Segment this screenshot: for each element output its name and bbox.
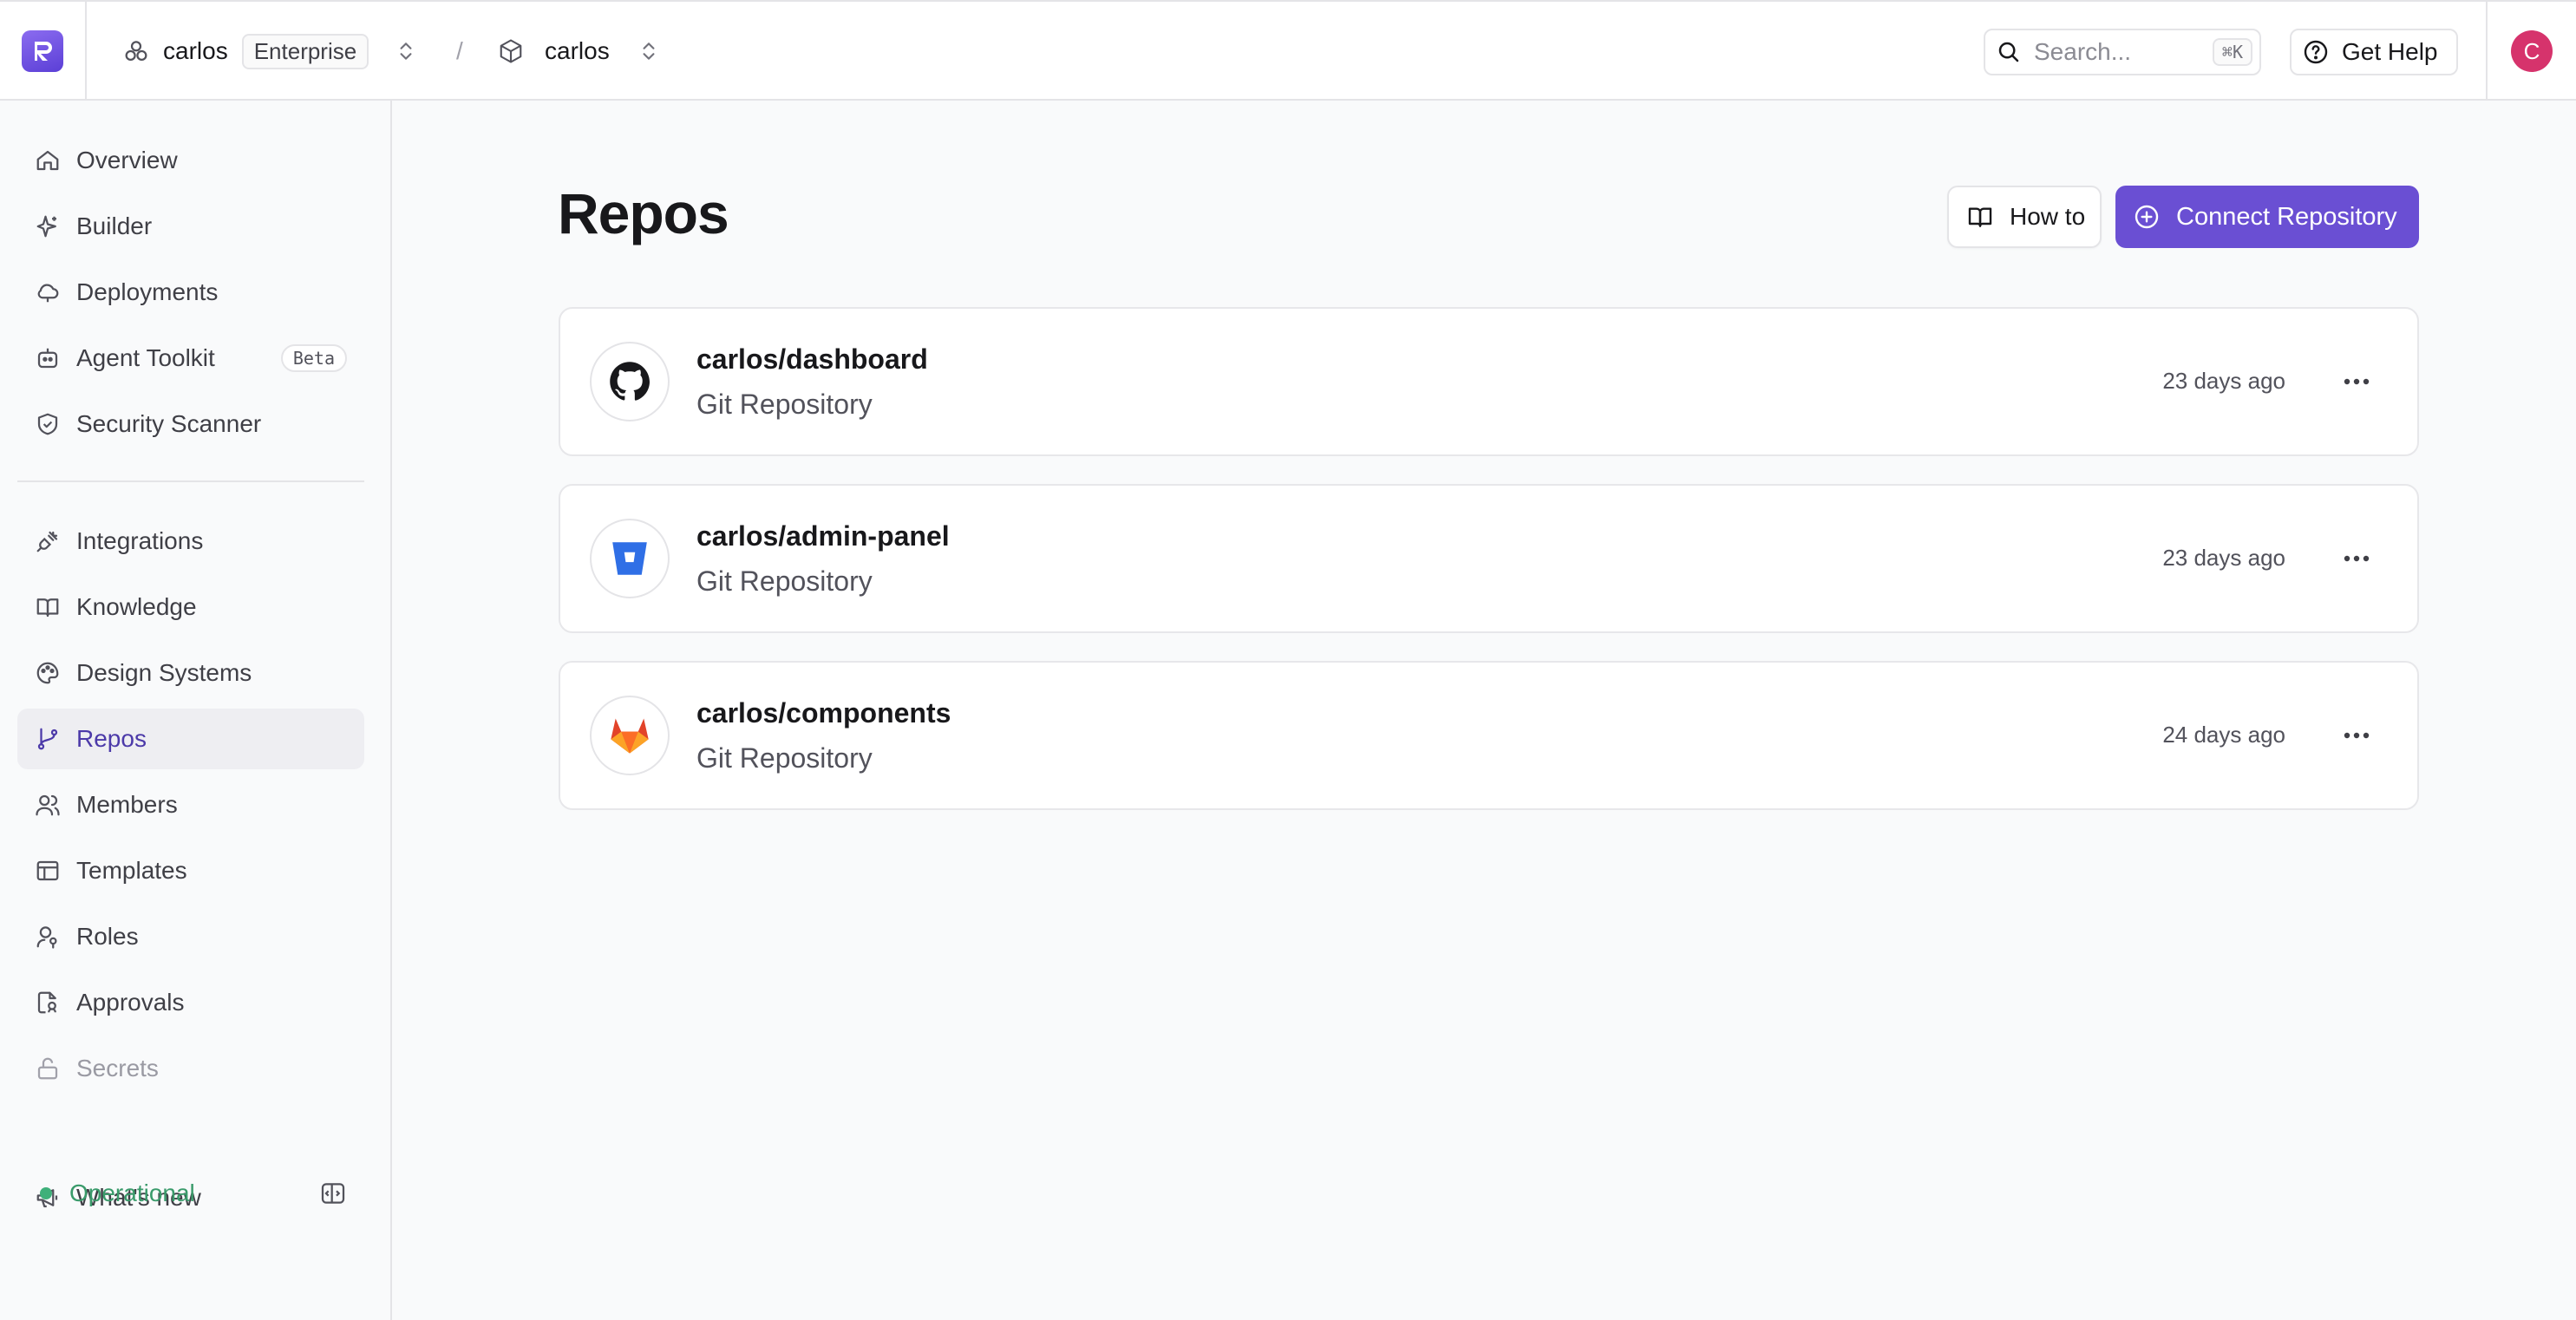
org-name: carlos (163, 37, 228, 64)
gitlab-icon (590, 696, 670, 775)
more-options-icon[interactable] (2336, 716, 2377, 755)
approval-icon (35, 990, 61, 1016)
sidebar-item-label: Secrets (76, 1055, 159, 1081)
sidebar-item-label: Roles (76, 923, 139, 950)
sidebar-item-roles[interactable]: Roles (17, 906, 364, 967)
how-to-label: How to (2010, 203, 2086, 230)
search-input[interactable]: Search... ⌘K (1984, 29, 2261, 75)
repo-type: Git Repository (696, 742, 873, 774)
sidebar-item-secrets[interactable]: Secrets (17, 1038, 364, 1099)
app-logo[interactable] (22, 30, 63, 72)
chevron-up-down-icon (637, 38, 660, 64)
repo-name: carlos/admin-panel (696, 520, 950, 552)
plan-badge: Enterprise (241, 33, 369, 69)
connect-repository-button[interactable]: Connect Repository (2115, 186, 2419, 248)
how-to-button[interactable]: How to (1947, 186, 2102, 248)
sidebar-item-label: Security Scanner (76, 410, 262, 437)
sidebar-item-approvals[interactable]: Approvals (17, 972, 364, 1033)
sidebar-item-label: Overview (76, 147, 178, 173)
avatar-cell: C (2486, 2, 2576, 101)
avatar[interactable]: C (2511, 30, 2553, 72)
get-help-button[interactable]: Get Help (2290, 29, 2458, 75)
status-indicator[interactable]: Operational (40, 1176, 195, 1211)
sidebar-toggle-icon[interactable] (319, 1180, 347, 1207)
repo-type: Git Repository (696, 389, 873, 420)
page-title: Repos (558, 181, 729, 245)
palette-icon (35, 660, 61, 686)
cube-icon (498, 38, 524, 64)
sidebar-item-templates[interactable]: Templates (17, 840, 364, 901)
sidebar-item-integrations[interactable]: Integrations (17, 511, 364, 572)
plus-circle-icon (2133, 203, 2161, 231)
more-options-icon[interactable] (2336, 363, 2377, 401)
lock-icon (35, 1055, 61, 1081)
users-icon (35, 792, 61, 818)
sidebar-item-label: Members (76, 791, 178, 818)
chevron-up-down-icon (395, 38, 417, 64)
breadcrumb-separator: / (456, 37, 463, 64)
repo-updated: 24 days ago (2162, 722, 2285, 748)
more-options-icon[interactable] (2336, 539, 2377, 578)
sidebar-item-repos[interactable]: Repos (17, 709, 364, 769)
sidebar-item-label: Agent Toolkit (76, 344, 215, 371)
user-key-icon (35, 924, 61, 950)
bitbucket-icon (590, 519, 670, 598)
project-name: carlos (545, 37, 610, 64)
search-shortcut: ⌘K (2212, 38, 2252, 66)
sidebar-item-label: Approvals (76, 989, 185, 1016)
repo-updated: 23 days ago (2162, 368, 2285, 394)
template-icon (35, 858, 61, 884)
repo-updated: 23 days ago (2162, 545, 2285, 571)
org-icon (121, 36, 151, 66)
github-icon (590, 342, 670, 421)
repo-name: carlos/components (696, 697, 951, 729)
sidebar: Overview Builder Deployments Agent Toolk… (0, 101, 392, 1320)
agent-icon (35, 345, 61, 371)
org-switcher[interactable]: carlos Enterprise (121, 2, 417, 101)
repo-card[interactable]: carlos/dashboard Git Repository 23 days … (559, 307, 2419, 456)
connect-repository-label: Connect Repository (2176, 202, 2397, 231)
repo-name: carlos/dashboard (696, 343, 928, 375)
book-open-icon (1966, 203, 1994, 231)
repo-type: Git Repository (696, 565, 873, 597)
sidebar-item-label: Templates (76, 857, 187, 884)
search-placeholder: Search... (2034, 38, 2132, 65)
sidebar-item-label: Builder (76, 212, 153, 239)
sidebar-item-label: Knowledge (76, 593, 197, 620)
sidebar-item-overview[interactable]: Overview (17, 130, 364, 191)
help-circle-icon (2302, 38, 2330, 66)
sidebar-item-label: Integrations (76, 527, 204, 554)
sidebar-item-label: Repos (76, 725, 147, 752)
plug-icon (35, 528, 61, 554)
book-icon (35, 594, 61, 620)
sparkle-icon (35, 213, 61, 239)
sidebar-item-label: Design Systems (76, 659, 252, 686)
logo-cell (0, 2, 87, 101)
sidebar-item-builder[interactable]: Builder (17, 196, 364, 257)
status-label: Operational (69, 1180, 195, 1206)
home-icon (35, 147, 61, 173)
get-help-label: Get Help (2342, 38, 2438, 65)
cloud-icon (35, 279, 61, 305)
sidebar-item-deployments[interactable]: Deployments (17, 262, 364, 323)
sidebar-divider (17, 480, 364, 482)
repo-card[interactable]: carlos/admin-panel Git Repository 23 day… (559, 484, 2419, 633)
search-icon (1996, 39, 2022, 65)
sidebar-item-design-systems[interactable]: Design Systems (17, 643, 364, 703)
sidebar-item-security-scanner[interactable]: Security Scanner (17, 394, 364, 454)
repo-card[interactable]: carlos/components Git Repository 24 days… (559, 661, 2419, 810)
sidebar-item-members[interactable]: Members (17, 774, 364, 835)
project-switcher[interactable]: carlos (498, 2, 660, 101)
sidebar-item-knowledge[interactable]: Knowledge (17, 577, 364, 637)
top-bar: carlos Enterprise / carlos Search... ⌘K … (0, 0, 2576, 101)
sidebar-item-label: Deployments (76, 278, 219, 305)
shield-icon (35, 411, 61, 437)
sidebar-item-agent-toolkit[interactable]: Agent Toolkit Beta (17, 328, 364, 389)
git-branch-icon (35, 726, 61, 752)
beta-badge: Beta (280, 344, 347, 372)
status-dot (40, 1187, 52, 1199)
